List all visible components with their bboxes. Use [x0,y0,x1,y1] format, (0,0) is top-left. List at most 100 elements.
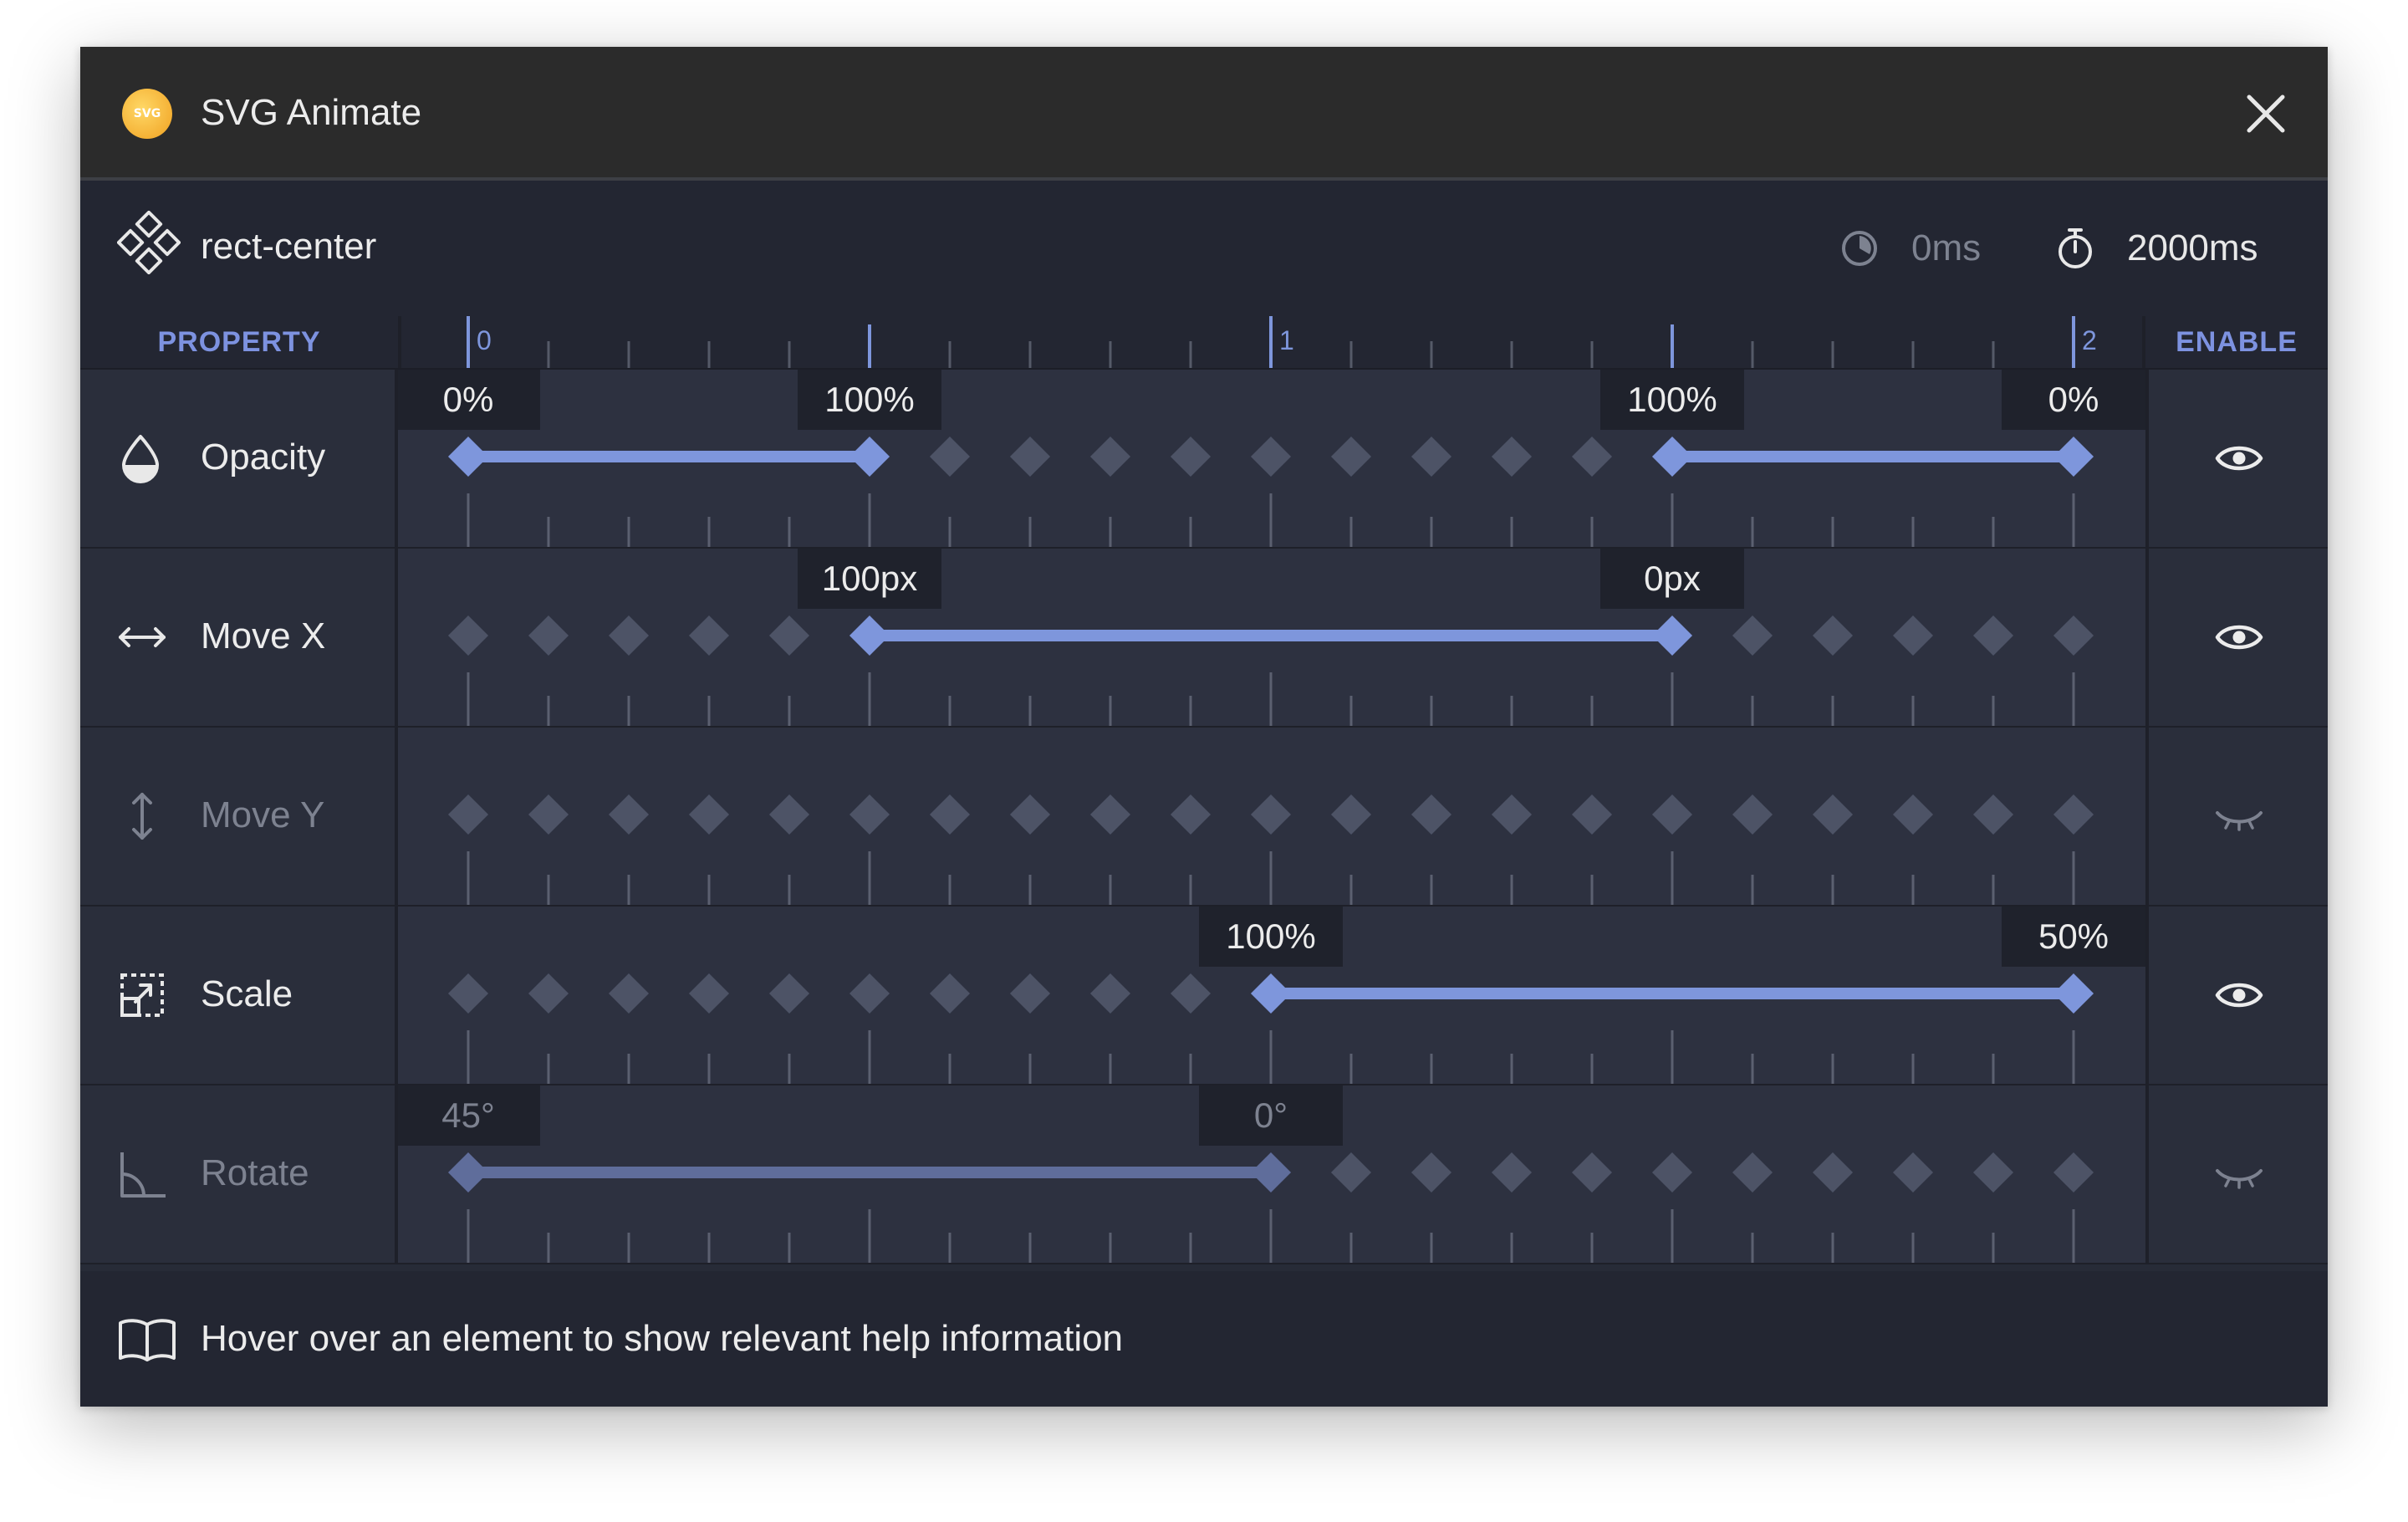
empty-keyframe-slot[interactable] [1972,615,2014,656]
keyframe-diamond[interactable] [447,1152,489,1193]
drop-icon [117,433,164,488]
visibility-toggle[interactable] [2145,728,2328,905]
keyframe-diamond[interactable] [1651,615,1693,656]
window-title: SVG Animate [201,92,422,133]
visibility-toggle[interactable] [2145,370,2328,547]
empty-keyframe-slot[interactable] [1812,794,1854,835]
empty-keyframe-slot[interactable] [849,794,890,835]
close-button[interactable] [2241,89,2291,139]
empty-keyframe-slot[interactable] [608,973,650,1014]
empty-keyframe-slot[interactable] [447,794,489,835]
empty-keyframe-slot[interactable] [768,794,810,835]
empty-keyframe-slot[interactable] [1491,794,1533,835]
empty-keyframe-slot[interactable] [1330,436,1372,478]
empty-keyframe-slot[interactable] [608,794,650,835]
property-label: Rotate [201,1152,309,1193]
empty-keyframe-slot[interactable] [1972,1152,2014,1193]
empty-keyframe-slot[interactable] [608,615,650,656]
keyframe-track[interactable]: 100px 0px [398,549,2145,726]
keyframe-diamond[interactable] [2053,973,2094,1014]
rotate-angle-icon [117,1149,167,1203]
empty-keyframe-slot[interactable] [1491,436,1533,478]
empty-keyframe-slot[interactable] [1972,794,2014,835]
empty-keyframe-slot[interactable] [1009,794,1051,835]
empty-keyframe-slot[interactable] [1892,794,1934,835]
empty-keyframe-slot[interactable] [1491,1152,1533,1193]
empty-keyframe-slot[interactable] [1170,436,1212,478]
delay-field[interactable]: 0ms [1839,219,1981,278]
empty-keyframe-slot[interactable] [768,615,810,656]
empty-keyframe-slot[interactable] [528,973,569,1014]
empty-keyframe-slot[interactable] [1089,973,1131,1014]
keyframe-track[interactable]: 100% 50% [398,907,2145,1084]
element-bar: rect-center 0ms 2000ms [80,181,2328,316]
empty-keyframe-slot[interactable] [2053,794,2094,835]
book-icon [117,1316,177,1367]
empty-keyframe-slot[interactable] [447,615,489,656]
empty-keyframe-slot[interactable] [1651,1152,1693,1193]
empty-keyframe-slot[interactable] [1009,436,1051,478]
visibility-toggle[interactable] [2145,907,2328,1084]
empty-keyframe-slot[interactable] [1250,436,1292,478]
empty-keyframe-slot[interactable] [1892,1152,1934,1193]
duration-field[interactable]: 2000ms [2055,219,2258,278]
ruler-ticks: 0 1 2 [467,316,2097,368]
empty-keyframe-slot[interactable] [849,973,890,1014]
empty-keyframe-slot[interactable] [929,973,971,1014]
empty-keyframe-slot[interactable] [1571,1152,1613,1193]
empty-keyframe-slot[interactable] [2053,1152,2094,1193]
empty-keyframe-slot[interactable] [447,973,489,1014]
arrows-vertical-icon [117,791,167,845]
property-label: Move Y [201,794,325,835]
keyframe-diamond[interactable] [447,436,489,478]
empty-keyframe-slot[interactable] [688,615,730,656]
visibility-toggle[interactable] [2145,1085,2328,1263]
keyframe-diamond[interactable] [1250,1152,1292,1193]
keyframe-track[interactable]: 0% 100% 100% 0% [398,370,2145,547]
empty-keyframe-slot[interactable] [1732,794,1773,835]
empty-keyframe-slot[interactable] [1411,794,1452,835]
property-cell: Move Y [80,728,398,905]
property-cell: Opacity [80,370,398,547]
empty-keyframe-slot[interactable] [1170,973,1212,1014]
empty-keyframe-slot[interactable] [528,794,569,835]
empty-keyframe-slot[interactable] [1009,973,1051,1014]
empty-keyframe-slot[interactable] [929,436,971,478]
property-cell: Scale [80,907,398,1084]
empty-keyframe-slot[interactable] [1089,436,1131,478]
empty-keyframe-slot[interactable] [1411,436,1452,478]
empty-keyframe-slot[interactable] [929,794,971,835]
keyframe-diamond[interactable] [1250,973,1292,1014]
empty-keyframe-slot[interactable] [1330,1152,1372,1193]
empty-keyframe-slot[interactable] [1732,1152,1773,1193]
empty-keyframe-slot[interactable] [688,973,730,1014]
keyframe-diamond[interactable] [2053,436,2094,478]
empty-keyframe-slot[interactable] [1651,794,1693,835]
empty-keyframe-slot[interactable] [688,794,730,835]
app-logo-text: SVG [133,107,161,120]
empty-keyframe-slot[interactable] [528,615,569,656]
keyframe-diamond[interactable] [1651,436,1693,478]
eye-icon [2215,625,2263,650]
empty-keyframe-slot[interactable] [768,973,810,1014]
empty-keyframe-slot[interactable] [1732,615,1773,656]
empty-keyframe-slot[interactable] [1571,794,1613,835]
stopwatch-icon [2059,228,2092,268]
empty-keyframe-slot[interactable] [1170,794,1212,835]
empty-keyframe-slot[interactable] [1571,436,1613,478]
empty-keyframe-slot[interactable] [2053,615,2094,656]
keyframe-value-label: 100% [1226,917,1315,956]
time-ruler[interactable]: 0 1 2 [398,316,2145,368]
empty-keyframe-slot[interactable] [1812,615,1854,656]
empty-keyframe-slot[interactable] [1812,1152,1854,1193]
visibility-toggle[interactable] [2145,549,2328,726]
empty-keyframe-slot[interactable] [1330,794,1372,835]
empty-keyframe-slot[interactable] [1250,794,1292,835]
empty-keyframe-slot[interactable] [1089,794,1131,835]
empty-keyframe-slot[interactable] [1892,615,1934,656]
keyframe-track[interactable]: 45° 0° [398,1085,2145,1263]
empty-keyframe-slot[interactable] [1411,1152,1452,1193]
keyframe-diamond[interactable] [849,615,890,656]
keyframe-diamond[interactable] [849,436,890,478]
keyframe-track[interactable] [398,728,2145,905]
